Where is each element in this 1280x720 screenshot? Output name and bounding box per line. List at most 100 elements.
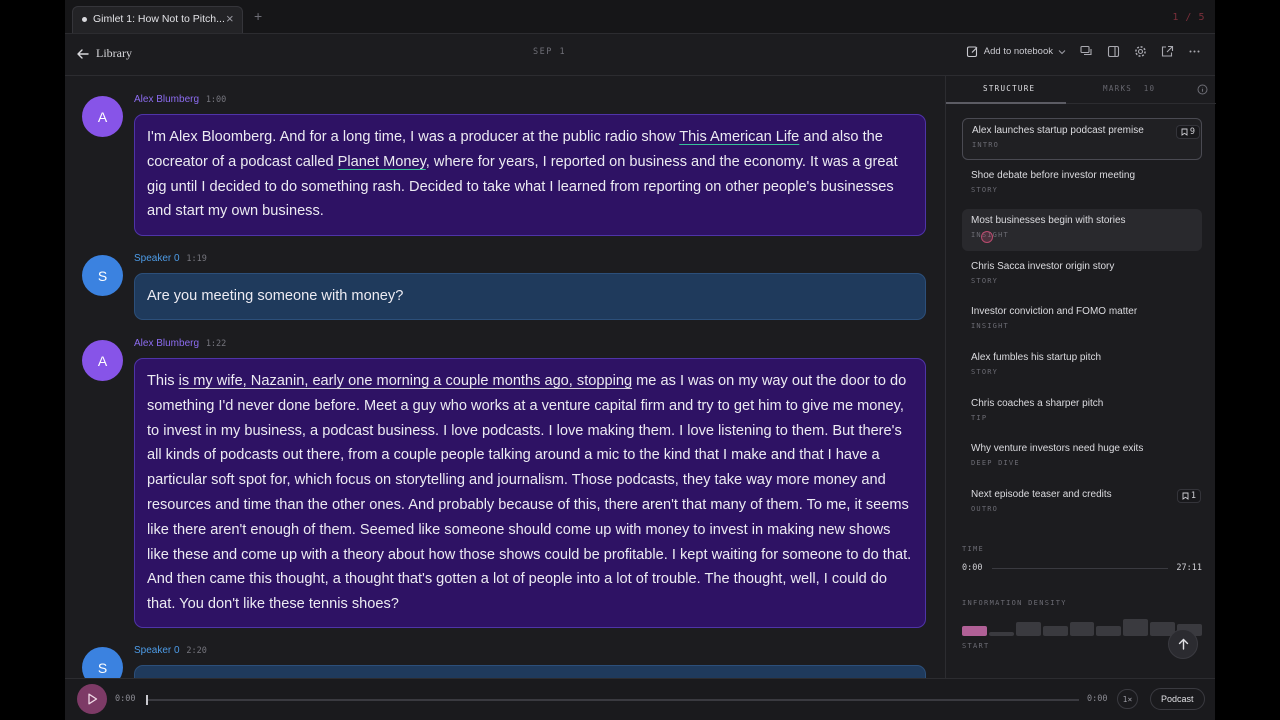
time-end: 27:11 [1176, 563, 1202, 573]
section-title: Most businesses begin with stories [971, 215, 1126, 227]
document-tab[interactable]: Gimlet 1: How Not to Pitch... × [72, 6, 243, 33]
header: Library SEP 1 Add to notebook [65, 34, 1215, 76]
more-options-icon[interactable] [1188, 45, 1201, 58]
section-title: Alex launches startup podcast premise [972, 125, 1144, 136]
timestamp[interactable]: 2:20 [186, 646, 206, 656]
message-text: Are you meeting someone with money? [147, 288, 404, 304]
play-icon [87, 693, 97, 705]
chat-icon[interactable] [1080, 45, 1093, 58]
section-item[interactable]: Most businesses begin with stories INSIG… [962, 209, 1202, 252]
bookmark-icon [1181, 128, 1188, 136]
density-bar[interactable] [1042, 626, 1068, 636]
density-bar[interactable] [1096, 626, 1122, 636]
episode-date: SEP 1 [533, 47, 567, 57]
avatar: S [82, 255, 123, 296]
section-list: Alex launches startup podcast premise IN… [962, 118, 1202, 528]
duration-time: 0:00 [1087, 694, 1108, 704]
app-window: Gimlet 1: How Not to Pitch... × + 1 / 5 … [65, 0, 1216, 720]
header-actions: Add to notebook [966, 45, 1201, 58]
message-text: This [147, 373, 179, 389]
settings-gear-icon[interactable] [1134, 45, 1147, 58]
highlighted-term[interactable]: This American Life [679, 129, 799, 145]
section-category: TIP [971, 413, 988, 422]
speaker-name[interactable]: Alex Blumberg [134, 338, 199, 349]
marks-count: 1 [1190, 490, 1196, 501]
tab-title: Gimlet 1: How Not to Pitch... [93, 13, 225, 25]
density-bar[interactable] [962, 626, 987, 636]
chevron-down-icon [1058, 49, 1066, 54]
section-category: INTRO [972, 141, 1000, 149]
tab-structure[interactable]: STRUCTURE [983, 84, 1035, 93]
section-category: STORY [971, 367, 999, 376]
speaker-line: Speaker 0 2:20 [134, 645, 207, 656]
section-item[interactable]: Alex fumbles his startup pitch STORY [962, 346, 1202, 388]
scroll-to-top-button[interactable] [1168, 629, 1198, 659]
add-to-notebook-button[interactable]: Add to notebook [966, 45, 1066, 58]
playback-speed-button[interactable]: 1× [1117, 689, 1138, 709]
section-item[interactable]: Why venture investors need huge exits DE… [962, 437, 1202, 479]
podcast-mode-button[interactable]: Podcast [1150, 688, 1205, 710]
playback-scrubber[interactable] [146, 695, 1079, 705]
sidebar-toggle-icon[interactable] [1107, 45, 1120, 58]
section-item[interactable]: Next episode teaser and credits OUTRO 1 [962, 483, 1202, 525]
page-counter: 1 / 5 [1172, 12, 1205, 23]
speaker-name[interactable]: Speaker 0 [134, 645, 180, 656]
message-bubble[interactable]: I'm Alex Bloomberg. And for a long time,… [134, 114, 926, 236]
density-bar[interactable] [1069, 622, 1095, 636]
section-category: INSIGHT [971, 322, 1009, 331]
close-tab-icon[interactable]: × [226, 11, 234, 26]
timestamp[interactable]: 1:22 [206, 339, 226, 349]
section-category: DEEP DIVE [971, 459, 1020, 468]
section-title: Why venture investors need huge exits [971, 443, 1144, 455]
time-range-line[interactable] [992, 568, 1168, 569]
message-text: me as I was on my way out the door to do… [147, 373, 912, 613]
marks-badge[interactable]: 1 [1176, 488, 1201, 503]
info-icon[interactable] [1197, 84, 1208, 95]
new-tab-icon[interactable]: + [254, 8, 262, 24]
density-bar[interactable] [988, 632, 1014, 636]
section-title: Investor conviction and FOMO matter [971, 306, 1138, 318]
time-range: 0:00 27:11 [962, 563, 1202, 577]
highlighted-passage[interactable]: is my wife, Nazanin, early one morning a… [179, 373, 632, 389]
structure-panel: STRUCTURE MARKS 10 Alex launches startup… [945, 76, 1216, 678]
message-bubble[interactable] [134, 665, 926, 678]
section-item[interactable]: Investor conviction and FOMO matter INSI… [962, 300, 1202, 342]
transcript-pane[interactable]: A Alex Blumberg 1:00 I'm Alex Bloomberg.… [65, 76, 945, 678]
active-tab-indicator [946, 102, 1066, 104]
density-bar[interactable] [1123, 619, 1149, 636]
density-bar[interactable] [1015, 622, 1041, 636]
play-button[interactable] [77, 684, 107, 714]
section-item[interactable]: Chris Sacca investor origin story STORY [962, 255, 1202, 297]
highlighted-term[interactable]: Planet Money [338, 154, 426, 170]
edit-note-icon [966, 46, 978, 58]
speaker-name[interactable]: Alex Blumberg [134, 94, 199, 105]
section-category: INSIGHT [971, 231, 1009, 240]
timestamp[interactable]: 1:19 [186, 254, 206, 264]
speaker-name[interactable]: Speaker 0 [134, 253, 180, 264]
density-chart[interactable] [962, 618, 1202, 636]
speaker-line: Speaker 0 1:19 [134, 253, 207, 264]
time-label: TIME [962, 545, 985, 553]
section-title: Chris coaches a sharper pitch [971, 397, 1104, 409]
density-label: INFORMATION DENSITY [962, 599, 1067, 607]
timestamp[interactable]: 1:00 [206, 95, 226, 105]
current-time: 0:00 [115, 694, 136, 704]
tab-bar: Gimlet 1: How Not to Pitch... × + 1 / 5 [65, 0, 1215, 34]
marks-badge[interactable]: 9 [1175, 125, 1200, 139]
section-item[interactable]: Alex launches startup podcast premise IN… [962, 118, 1202, 160]
density-start-label: START [962, 642, 990, 650]
message-bubble[interactable]: Are you meeting someone with money? [134, 273, 926, 320]
section-item[interactable]: Chris coaches a sharper pitch TIP [962, 392, 1202, 434]
marks-count: 9 [1189, 127, 1195, 137]
section-category: OUTRO [971, 504, 999, 513]
speaker-line: Alex Blumberg 1:22 [134, 338, 226, 349]
section-item[interactable]: Shoe debate before investor meeting STOR… [962, 164, 1202, 206]
tab-marks[interactable]: MARKS 10 [1103, 84, 1155, 93]
section-category: STORY [971, 185, 999, 194]
back-to-library-button[interactable]: Library [77, 46, 132, 61]
speaker-line: Alex Blumberg 1:00 [134, 94, 226, 105]
section-title: Alex fumbles his startup pitch [971, 351, 1102, 363]
message-bubble[interactable]: This is my wife, Nazanin, early one morn… [134, 358, 926, 628]
external-link-icon[interactable] [1161, 45, 1174, 58]
scrubber-handle[interactable] [146, 695, 148, 705]
